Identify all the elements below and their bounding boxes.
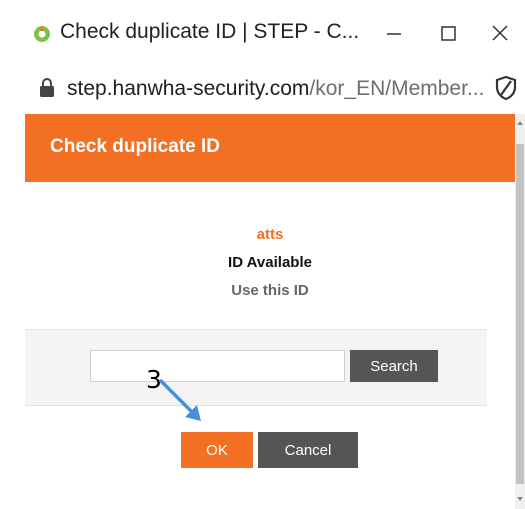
address-bar[interactable]: step.hanwha-security.com/kor_EN/Member..… (0, 65, 525, 114)
app-icon (34, 26, 50, 42)
minimize-icon (387, 33, 401, 35)
url-text[interactable]: step.hanwha-security.com/kor_EN/Member..… (67, 77, 484, 101)
scrollbar-thumb[interactable] (516, 144, 524, 484)
ok-button[interactable]: OK (181, 432, 253, 468)
lock-icon (40, 78, 54, 97)
close-icon (492, 25, 508, 41)
result-status: ID Available (228, 254, 312, 271)
id-search-input[interactable] (90, 350, 345, 382)
vertical-scrollbar[interactable] (515, 114, 525, 509)
result-id: atts (256, 226, 284, 243)
close-button[interactable] (480, 14, 520, 50)
shield-icon[interactable] (494, 75, 518, 101)
dialog-title: Check duplicate ID (50, 136, 220, 157)
scroll-down-icon[interactable] (517, 496, 523, 502)
annotation-arrow-icon (159, 379, 201, 421)
minimize-button[interactable] (374, 14, 414, 50)
result-hint: Use this ID (231, 282, 309, 299)
scroll-up-icon[interactable] (517, 120, 523, 126)
url-domain: step.hanwha-security.com (67, 77, 310, 100)
dialog-header: Check duplicate ID (25, 114, 515, 182)
maximize-icon (441, 26, 456, 41)
page-content: Check duplicate ID atts ID Available Use… (25, 114, 515, 509)
window-titlebar: Check duplicate ID | STEP - C... (0, 0, 525, 65)
search-button[interactable]: Search (350, 350, 438, 382)
window-title: Check duplicate ID | STEP - C... (60, 20, 360, 43)
url-path: /kor_EN/Member... (309, 77, 485, 100)
search-panel: Search (25, 329, 487, 406)
cancel-button[interactable]: Cancel (258, 432, 358, 468)
maximize-button[interactable] (428, 14, 468, 50)
